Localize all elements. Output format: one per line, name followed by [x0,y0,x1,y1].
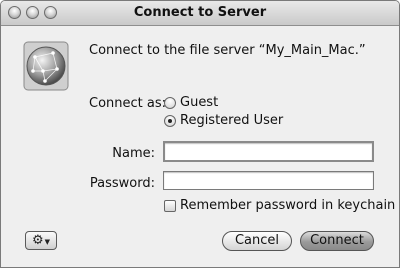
connect-button[interactable]: Connect [300,231,374,251]
dialog-message: Connect to the file server “My_Main_Mac.… [89,43,366,58]
dropdown-arrow-icon: ▼ [44,238,51,246]
connect-to-server-dialog: Connect to Server Connect to the file se… [0,0,400,268]
connect-as-label: Connect as: [89,96,167,111]
title-bar: Connect to Server [1,1,399,26]
remember-password-checkbox[interactable] [164,200,176,212]
password-label: Password: [89,176,155,191]
window-title: Connect to Server [133,5,267,20]
gear-icon: ⚙ [31,233,44,248]
name-field[interactable] [163,141,374,162]
action-menu-button[interactable]: ⚙ ▼ [25,231,57,250]
guest-radio-label[interactable]: Guest [180,95,218,110]
network-globe-icon [23,41,69,91]
cancel-button[interactable]: Cancel [222,231,292,251]
name-label: Name: [112,146,155,161]
remember-password-label[interactable]: Remember password in keychain [180,198,395,213]
password-field[interactable] [163,171,374,190]
guest-radio[interactable] [164,97,176,109]
registered-user-radio[interactable] [164,115,176,127]
registered-user-radio-label[interactable]: Registered User [180,113,283,128]
